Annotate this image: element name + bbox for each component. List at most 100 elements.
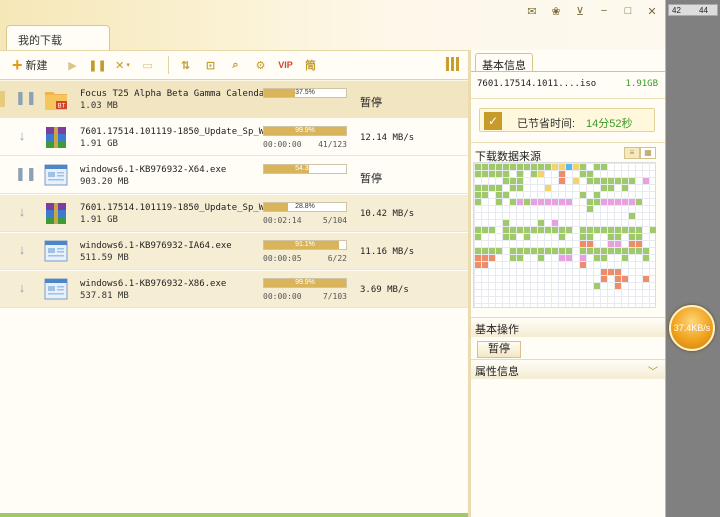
source-block-peer [510, 178, 516, 184]
sort-icon[interactable]: ⇅ [175, 54, 197, 76]
pause-icon[interactable]: ❚❚ [15, 91, 37, 105]
pause-button[interactable]: 暂停 [477, 341, 521, 358]
simplified-icon[interactable]: 简 [300, 54, 322, 76]
source-block-peer [496, 199, 502, 205]
source-block-peer [594, 248, 600, 254]
task-row[interactable]: ↓ windows6.1-KB976932-IA64.exe 511.59 MB 91… [0, 233, 468, 270]
source-block-peer [489, 171, 495, 177]
task-row[interactable]: ↓ 7601.17514.101119-1850_Update_Sp_Wa... 1… [0, 195, 468, 232]
search-icon[interactable]: ⌕ [225, 54, 247, 76]
vip-icon[interactable]: VIP [275, 54, 297, 76]
props-title[interactable]: 属性信息 [475, 363, 519, 379]
source-block-peer [475, 171, 481, 177]
block-view-icon[interactable]: ▦ [640, 147, 656, 159]
source-block-peer [615, 248, 621, 254]
source-block-peer [643, 248, 649, 254]
source-block-peer [538, 220, 544, 226]
source-block-peer [538, 255, 544, 261]
source-block-peer [559, 234, 565, 240]
divider [471, 142, 665, 143]
check-icon: ✓ [484, 112, 502, 130]
task-file-name: windows6.1-KB976932-X64.exe [80, 165, 227, 175]
minimize-icon[interactable]: − [596, 4, 612, 18]
folder-icon[interactable]: ▭ [137, 54, 159, 76]
count-icon[interactable]: ⊡ [200, 54, 222, 76]
download-arrow-icon[interactable]: ↓ [15, 281, 29, 295]
source-block-peer [503, 178, 509, 184]
delete-icon[interactable]: ✕ ▾ [112, 54, 134, 76]
tab-basic-info[interactable]: 基本信息 [475, 53, 533, 72]
close-icon[interactable]: ✕ [644, 4, 660, 18]
gear-icon[interactable]: ⚙ [250, 54, 272, 76]
source-block-server [538, 199, 544, 205]
source-block-peer [594, 178, 600, 184]
pause-icon[interactable]: ❚❚ [87, 54, 109, 76]
floating-speed-ball[interactable]: 37.4KB/s [669, 305, 715, 351]
source-block-peer [489, 248, 495, 254]
message-icon[interactable]: ✉ [524, 4, 540, 18]
source-block-peer [496, 185, 502, 191]
task-block-count: 7/103 [322, 292, 347, 301]
source-block-peer [587, 234, 593, 240]
task-speed: 12.14 MB/s [360, 133, 415, 143]
source-block-peer [580, 171, 586, 177]
start-icon[interactable]: ▶ [62, 54, 84, 76]
task-file-name: 7601.17514.101119-1850_Update_Sp_Wa... [80, 127, 286, 137]
title-bar: 我的下载 ✉ ❀ ⊻ − □ ✕ [0, 0, 665, 50]
source-block-server [608, 241, 614, 247]
task-block-count: 6/22 [327, 254, 347, 263]
source-block-peer [566, 227, 572, 233]
task-file-size: 1.91 GB [80, 215, 118, 225]
new-task-button[interactable]: + 新建 [12, 54, 48, 76]
download-arrow-icon[interactable]: ↓ [15, 243, 29, 257]
source-block-peer [622, 248, 628, 254]
task-row[interactable]: ❚❚ windows6.1-KB976932-X64.exe 903.20 MB 54… [0, 157, 468, 194]
tab-my-downloads[interactable]: 我的下载 [6, 25, 110, 50]
grid-view-icon[interactable] [446, 57, 460, 71]
pause-icon[interactable]: ❚❚ [15, 167, 37, 181]
source-block-peer [559, 248, 565, 254]
source-block-mirror [475, 262, 481, 268]
task-row[interactable]: ❚❚ BT Focus T25 Alpha Beta Gamma Calendar 1… [0, 81, 468, 118]
task-progress-label: 99.9% [295, 279, 315, 286]
task-row[interactable]: ↓ 7601.17514.101119-1850_Update_Sp_Wa... 1… [0, 119, 468, 156]
source-block-mirror [601, 276, 607, 282]
source-block-peer [615, 178, 621, 184]
source-block-peer [475, 234, 481, 240]
source-block-peer [601, 185, 607, 191]
task-remaining-time: 00:02:14 [263, 216, 302, 225]
source-block-mirror [489, 255, 495, 261]
source-block-peer [531, 164, 537, 170]
download-arrow-icon[interactable]: ↓ [15, 205, 29, 219]
source-block-server [601, 199, 607, 205]
source-block-peer [622, 227, 628, 233]
time-saved-value: 14分52秒 [586, 118, 633, 130]
source-block-peer [587, 178, 593, 184]
source-block-mirror [559, 178, 565, 184]
task-block-count: 41/123 [318, 140, 347, 149]
svg-text:BT: BT [58, 103, 66, 110]
source-block-peer [580, 192, 586, 198]
source-block-mirror [608, 269, 614, 275]
list-view-icon[interactable]: ≡ [624, 147, 640, 159]
source-block-peer [587, 171, 593, 177]
task-row[interactable]: ↓ windows6.1-KB976932-X86.exe 537.81 MB 99.… [0, 271, 468, 308]
source-block-peer [524, 164, 530, 170]
source-block-peer [496, 171, 502, 177]
source-block-peer [524, 248, 530, 254]
skin-icon[interactable]: ❀ [548, 4, 564, 18]
source-block-server [615, 199, 621, 205]
chevron-down-icon[interactable]: ﹀ [648, 363, 658, 378]
task-speed: 3.69 MB/s [360, 285, 409, 295]
source-block-peer [601, 164, 607, 170]
maximize-icon[interactable]: □ [620, 4, 636, 18]
download-arrow-icon[interactable]: ↓ [15, 129, 29, 143]
menu-icon[interactable]: ⊻ [572, 4, 588, 18]
source-block-pending [573, 164, 579, 170]
source-block-peer [629, 227, 635, 233]
source-block-peer [475, 227, 481, 233]
source-block-peer [517, 164, 523, 170]
source-block-peer [517, 227, 523, 233]
source-block-peer [475, 164, 481, 170]
detail-panel: 基本信息 7601.17514.1011....iso 1.91GB ✓ 已节省… [471, 50, 665, 517]
